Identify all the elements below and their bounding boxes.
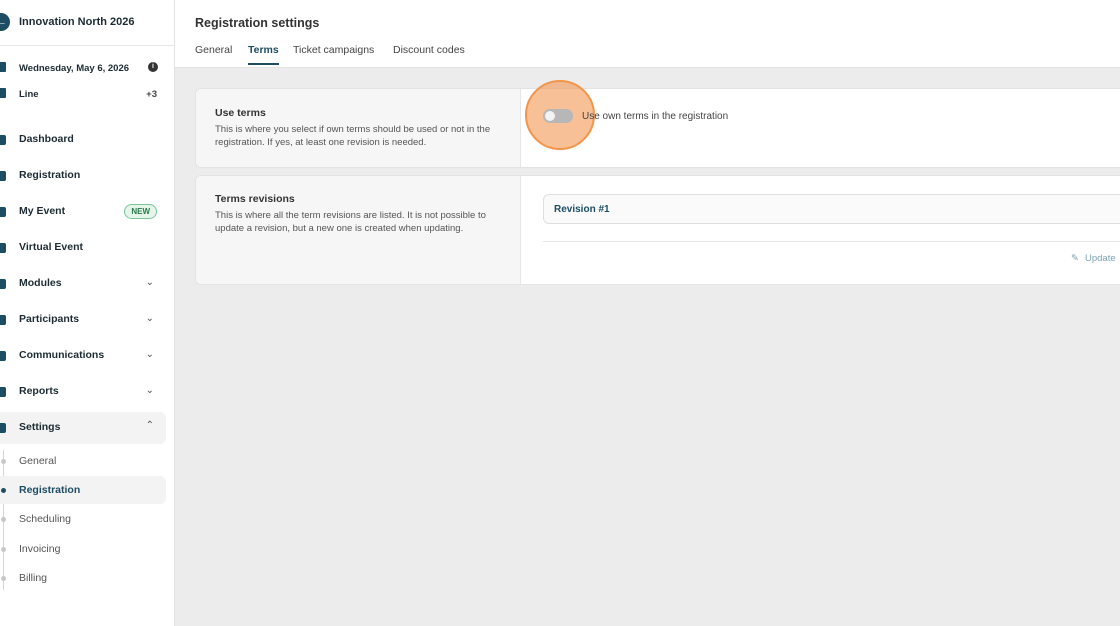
event-header: ← Innovation North 2026: [0, 0, 175, 46]
nav-label: My Event: [19, 205, 66, 217]
event-date-row: Wednesday, May 6, 2026 i: [0, 58, 175, 80]
nav-communications[interactable]: Communications ⌄: [0, 340, 166, 372]
chevron-down-icon: ⌄: [145, 349, 154, 360]
use-terms-toggle-label[interactable]: Use own terms in the registration: [582, 111, 728, 122]
terms-revisions-card: Terms revisions This is where all the te…: [195, 175, 1120, 285]
nav-label: Dashboard: [19, 133, 74, 145]
calendar-icon: [0, 62, 6, 72]
bullet-icon: [1, 547, 6, 552]
update-button[interactable]: ✎ Update: [1071, 253, 1116, 264]
bullet-icon: [1, 488, 6, 493]
sub-label: Scheduling: [19, 513, 71, 525]
use-terms-card: Use terms This is where you select if ow…: [195, 88, 1120, 168]
update-label: Update: [1085, 253, 1116, 264]
use-terms-info: Use terms This is where you select if ow…: [196, 89, 521, 167]
event-line-row[interactable]: Line +3: [0, 84, 175, 106]
my-event-icon: [0, 207, 6, 217]
revision-label: Revision #1: [554, 204, 610, 215]
settings-sub-registration[interactable]: Registration: [0, 476, 166, 504]
virtual-event-icon: [0, 243, 6, 253]
sub-label: Billing: [19, 572, 48, 584]
tab-discount-codes[interactable]: Discount codes: [393, 44, 465, 63]
bullet-icon: [1, 576, 6, 581]
nav-registration[interactable]: Registration: [0, 160, 166, 192]
chevron-down-icon: ⌄: [145, 313, 154, 324]
new-badge: NEW: [124, 204, 157, 219]
event-title: Innovation North 2026: [19, 16, 135, 28]
nav-label: Settings: [19, 421, 61, 433]
divider: [543, 241, 1120, 242]
line-label: Line: [19, 89, 39, 100]
modules-icon: [0, 279, 6, 289]
sub-label: Invoicing: [19, 543, 61, 555]
use-terms-toggle[interactable]: [543, 109, 573, 123]
tab-general[interactable]: General: [195, 44, 232, 63]
registration-icon: [0, 171, 6, 181]
pencil-icon: ✎: [1071, 253, 1079, 264]
chevron-down-icon: ⌄: [145, 277, 154, 288]
back-arrow-icon[interactable]: ←: [0, 13, 10, 31]
settings-sub-invoicing[interactable]: Invoicing: [0, 535, 166, 563]
chevron-down-icon: ⌄: [145, 385, 154, 396]
info-icon[interactable]: i: [148, 62, 158, 72]
nav-label: Participants: [19, 313, 80, 325]
nav-label: Virtual Event: [19, 241, 83, 253]
reports-icon: [0, 387, 6, 397]
nav-participants[interactable]: Participants ⌄: [0, 304, 166, 336]
use-terms-description: This is where you select if own terms sh…: [215, 124, 491, 148]
settings-icon: [0, 423, 6, 433]
nav-label: Registration: [19, 169, 81, 181]
nav-modules[interactable]: Modules ⌄: [0, 268, 166, 300]
nav-label: Modules: [19, 277, 62, 289]
nav-reports[interactable]: Reports ⌄: [0, 376, 166, 408]
terms-revisions-title: Terms revisions: [215, 193, 295, 205]
line-extra-count: +3: [146, 89, 157, 100]
tab-ticket-campaigns[interactable]: Ticket campaigns: [293, 44, 374, 63]
page-title: Registration settings: [195, 16, 320, 30]
revision-item[interactable]: Revision #1: [543, 194, 1120, 224]
sub-label: Registration: [19, 484, 81, 496]
bullet-icon: [1, 517, 6, 522]
settings-sub-general[interactable]: General: [0, 447, 166, 475]
event-date: Wednesday, May 6, 2026: [19, 63, 130, 74]
nav-settings[interactable]: Settings ⌃: [0, 412, 166, 444]
sub-label: General: [19, 455, 57, 467]
terms-revisions-description: This is where all the term revisions are…: [215, 210, 486, 234]
use-terms-title: Use terms: [215, 107, 266, 119]
settings-sub-scheduling[interactable]: Scheduling: [0, 505, 166, 533]
line-icon: [0, 88, 6, 98]
dashboard-icon: [0, 135, 6, 145]
chevron-up-icon: ⌃: [145, 420, 154, 431]
nav-my-event[interactable]: My Event NEW: [0, 196, 166, 228]
nav-dashboard[interactable]: Dashboard: [0, 124, 166, 156]
toggle-knob: [545, 111, 555, 121]
bullet-icon: [1, 459, 6, 464]
settings-sub-billing[interactable]: Billing: [0, 564, 166, 592]
participants-icon: [0, 315, 6, 325]
nav-label: Communications: [19, 349, 105, 361]
nav-virtual-event[interactable]: Virtual Event: [0, 232, 166, 264]
page-header: Registration settings General Terms Tick…: [175, 0, 1120, 68]
communications-icon: [0, 351, 6, 361]
sidebar: ← Innovation North 2026 Wednesday, May 6…: [0, 0, 175, 626]
tab-terms[interactable]: Terms: [248, 44, 279, 65]
terms-revisions-info: Terms revisions This is where all the te…: [196, 176, 521, 284]
nav-label: Reports: [19, 385, 59, 397]
